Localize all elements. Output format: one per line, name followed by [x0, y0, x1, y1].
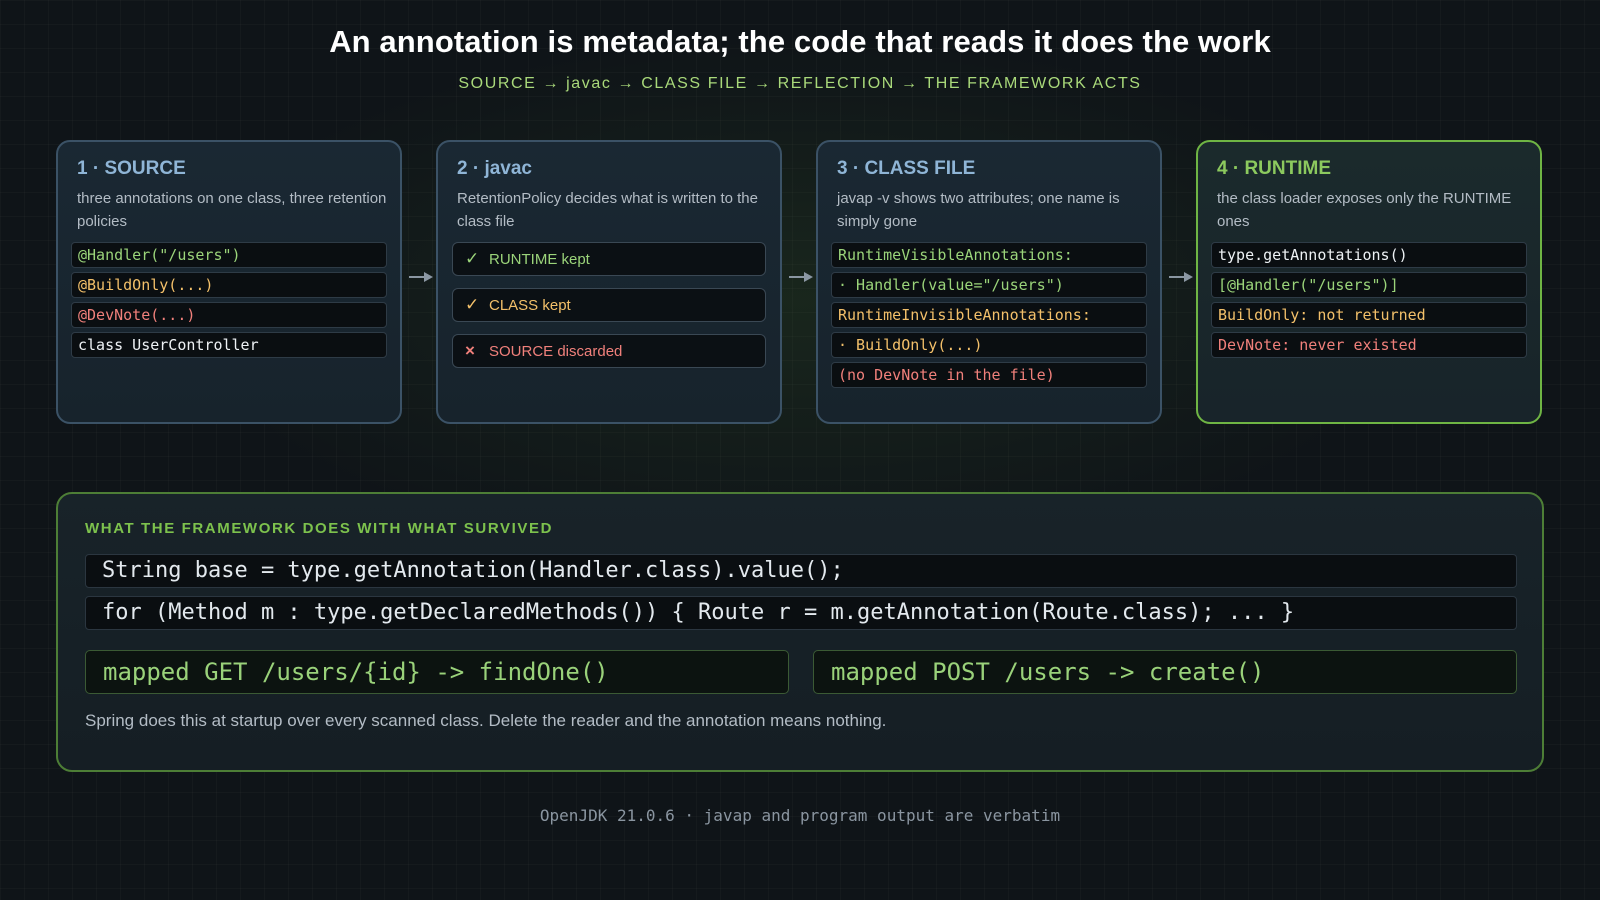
- check-icon: ✓: [465, 249, 480, 268]
- stage-description: the class loader exposes only the RUNTIM…: [1217, 190, 1512, 230]
- arrow-right-icon: [789, 272, 813, 282]
- cross-icon: ×: [465, 341, 475, 360]
- javap-line: RuntimeInvisibleAnnotations:: [831, 302, 1147, 328]
- stage-description: three annotations on one class, three re…: [77, 190, 387, 230]
- footer-note: OpenJDK 21.0.6 · javap and program outpu…: [539, 806, 1061, 825]
- code-line-class: class UserController: [71, 332, 387, 358]
- stage-title: 2 · javac: [457, 158, 532, 179]
- framework-code-line: for (Method m : type.getDeclaredMethods(…: [85, 596, 1517, 630]
- stage-description: javap -v shows two attributes; one name …: [837, 190, 1120, 230]
- javap-line: · Handler(value="/users"): [831, 272, 1147, 298]
- runtime-line: type.getAnnotations(): [1211, 242, 1527, 268]
- stage-source: 1 · SOURCE three annotations on one clas…: [56, 140, 402, 424]
- panel-note: Spring does this at startup over every s…: [85, 711, 887, 730]
- stage-runtime: 4 · RUNTIME the class loader exposes onl…: [1196, 140, 1542, 424]
- runtime-line: DevNote: never existed: [1211, 332, 1527, 358]
- framework-code-line: String base = type.getAnnotation(Handler…: [85, 554, 1517, 588]
- stage-description: RetentionPolicy decides what is written …: [457, 190, 758, 230]
- retention-source-discarded: × SOURCE discarded: [452, 334, 766, 368]
- code-line-handler: @Handler("/users"): [71, 242, 387, 268]
- framework-panel: WHAT THE FRAMEWORK DOES WITH WHAT SURVIV…: [56, 492, 1544, 772]
- mapping-output: mapped GET /users/{id} -> findOne(): [85, 650, 789, 694]
- retention-runtime-kept: ✓ RUNTIME kept: [452, 242, 766, 276]
- arrow-right-icon: [1169, 272, 1193, 282]
- check-icon: ✓: [465, 295, 480, 314]
- pill-label: SOURCE discarded: [489, 342, 623, 360]
- page-title: An annotation is metadata; the code that…: [329, 24, 1271, 59]
- stage-title: 1 · SOURCE: [77, 158, 186, 179]
- stage-title: 3 · CLASS FILE: [837, 158, 976, 179]
- arrow-right-icon: [409, 272, 433, 282]
- pill-label: RUNTIME kept: [489, 250, 590, 268]
- mapping-output: mapped POST /users -> create(): [813, 650, 1517, 694]
- pipeline-subtitle: SOURCE → javac → CLASS FILE → REFLECTION…: [458, 75, 1142, 92]
- code-line-devnote: @DevNote(...): [71, 302, 387, 328]
- retention-class-kept: ✓ CLASS kept: [452, 288, 766, 322]
- pill-label: CLASS kept: [489, 296, 571, 314]
- code-line-buildonly: @BuildOnly(...): [71, 272, 387, 298]
- stage-title: 4 · RUNTIME: [1217, 158, 1331, 179]
- stage-class-file: 3 · CLASS FILE javap -v shows two attrib…: [816, 140, 1162, 424]
- stage-javac: 2 · javac RetentionPolicy decides what i…: [436, 140, 782, 424]
- javap-line: (no DevNote in the file): [831, 362, 1147, 388]
- javap-line: RuntimeVisibleAnnotations:: [831, 242, 1147, 268]
- javap-line: · BuildOnly(...): [831, 332, 1147, 358]
- panel-heading: WHAT THE FRAMEWORK DOES WITH WHAT SURVIV…: [85, 520, 554, 537]
- runtime-line: BuildOnly: not returned: [1211, 302, 1527, 328]
- runtime-line: [@Handler("/users")]: [1211, 272, 1527, 298]
